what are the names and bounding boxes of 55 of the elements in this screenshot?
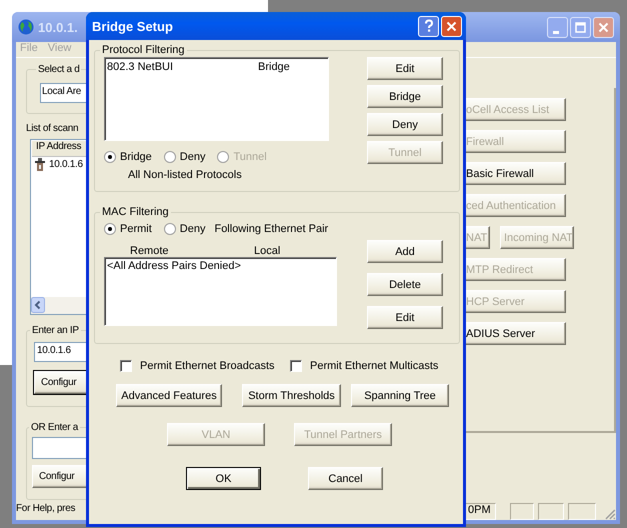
button[interactable]: Deny xyxy=(367,113,443,136)
minimize-icon xyxy=(553,30,559,34)
button[interactable]: Delete xyxy=(367,273,443,296)
button[interactable]: Basic Firewall xyxy=(466,162,566,185)
group-label: Protocol Filtering xyxy=(101,44,186,56)
dropdown-field[interactable]: Local Are xyxy=(40,83,86,103)
group-label: Select a d xyxy=(37,64,80,75)
button[interactable]: Configur xyxy=(34,371,86,394)
radio-button[interactable]: Bridge xyxy=(104,151,152,163)
button[interactable]: Edit xyxy=(367,306,443,329)
caption-text: Following Ethernet Pair xyxy=(214,223,328,235)
globe-icon xyxy=(18,19,34,35)
scroll-left-icon xyxy=(31,297,45,313)
help-button[interactable] xyxy=(418,16,439,36)
button[interactable]: Edit xyxy=(367,57,443,80)
list-item[interactable]: <All Address Pairs Denied> xyxy=(107,260,334,272)
group-label: OR Enter a xyxy=(30,422,80,433)
button[interactable]: Bridge xyxy=(367,85,443,108)
status-panel xyxy=(568,503,596,520)
button[interactable]: Configur xyxy=(32,465,86,488)
status-panel xyxy=(510,503,534,520)
device-icon xyxy=(34,158,46,172)
dialog-title: Bridge Setup xyxy=(92,18,173,34)
column-header: Remote xyxy=(130,245,170,257)
status-text: For Help, pres xyxy=(16,503,76,516)
close-icon xyxy=(598,22,609,32)
list-cell[interactable]: Bridge xyxy=(258,61,290,73)
checkbox[interactable]: Permit Ethernet Broadcasts xyxy=(120,358,290,374)
list-label: List of scann xyxy=(26,123,80,136)
radio-button[interactable]: Deny xyxy=(164,223,206,235)
maximize-button[interactable] xyxy=(570,16,591,38)
column-header: Local xyxy=(254,245,280,257)
ip-field[interactable]: 10.0.1.6 xyxy=(34,342,86,362)
list-cell[interactable]: 802.3 NetBUI xyxy=(107,61,258,73)
caption-text: All Non-listed Protocols xyxy=(128,169,243,181)
button[interactable]: Advanced Features xyxy=(116,384,222,407)
radio-button[interactable]: Permit xyxy=(104,223,152,235)
group-label: MAC Filtering xyxy=(101,206,170,218)
help-icon xyxy=(422,19,434,33)
list-item[interactable]: 10.0.1.6 xyxy=(49,159,83,170)
radio-button[interactable]: Deny xyxy=(164,151,206,163)
group-label: Enter an IP xyxy=(31,325,80,336)
button[interactable]: Cancel xyxy=(308,467,383,490)
button[interactable]: Spanning Tree xyxy=(351,384,449,407)
resize-grip-icon xyxy=(604,508,616,520)
button[interactable]: Storm Thresholds xyxy=(242,384,341,407)
button[interactable]: OK xyxy=(186,467,261,490)
window-title: 10.0.1. xyxy=(38,20,78,34)
status-panel xyxy=(538,503,564,520)
minimize-button[interactable] xyxy=(547,16,568,38)
button[interactable]: ADIUS Server xyxy=(466,322,566,345)
checkbox[interactable]: Permit Ethernet Multicasts xyxy=(290,358,460,374)
maximize-icon xyxy=(575,22,586,32)
button[interactable]: Add xyxy=(367,240,443,263)
close-icon xyxy=(446,20,457,32)
